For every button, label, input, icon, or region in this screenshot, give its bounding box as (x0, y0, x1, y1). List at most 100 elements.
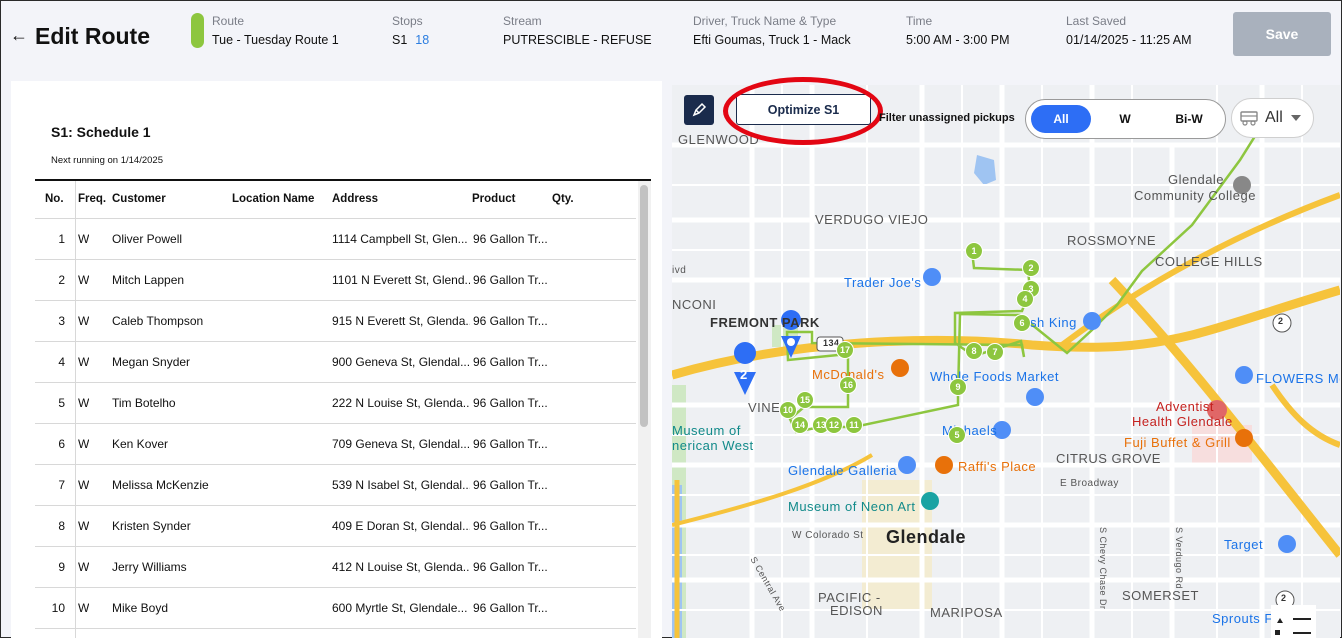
filter-biw-option[interactable]: Bi-W (1159, 105, 1219, 133)
col-qty[interactable]: Qty. (552, 193, 574, 205)
map-label-museum-1: Museum of (672, 423, 741, 438)
row-customer: Mike Boyd (112, 601, 169, 615)
draw-tool-button[interactable] (684, 95, 714, 125)
stops-count-link[interactable]: 18 (415, 33, 429, 47)
route-stop-marker[interactable]: 7 (986, 343, 1004, 361)
col-customer[interactable]: Customer (112, 193, 166, 205)
map-label-citrus: CITRUS GROVE (1056, 451, 1161, 466)
table-row[interactable]: 1 W Oliver Powell 1114 Campbell St, Glen...… (35, 219, 636, 260)
route-stop-marker[interactable]: 17 (836, 341, 854, 359)
museum-icon (921, 492, 939, 510)
stream-info: Stream PUTRESCIBLE - REFUSE (503, 14, 652, 47)
table-row[interactable]: 8 W Kristen Synder 409 E Doran St, Glendal.… (35, 506, 636, 547)
row-address: 409 E Doran St, Glendal... (332, 519, 470, 533)
row-customer: Kristen Synder (112, 519, 191, 533)
row-address: 539 N Isabel St, Glendal... (332, 478, 470, 492)
row-customer: Melissa McKenzie (112, 478, 209, 492)
optimize-button[interactable]: Optimize S1 (736, 94, 871, 125)
col-product[interactable]: Product (472, 193, 515, 205)
table-row[interactable]: 3 W Caleb Thompson 915 N Everett St, Glenda… (35, 301, 636, 342)
stops-label: Stops (392, 14, 423, 28)
col-location-name[interactable]: Location Name (232, 193, 314, 205)
page-title: Edit Route (35, 23, 150, 49)
pin-2-label: 2 (740, 367, 748, 382)
row-number: 9 (58, 560, 65, 574)
table-body: 1 W Oliver Powell 1114 Campbell St, Glen...… (35, 219, 636, 629)
row-frequency: W (78, 355, 90, 369)
route-color-indicator (191, 13, 204, 48)
row-customer: Ken Kover (112, 437, 169, 451)
last-saved-label: Last Saved (1066, 14, 1127, 28)
route-stop-marker[interactable]: 11 (845, 416, 863, 434)
row-address: 412 N Louise St, Glenda... (332, 560, 470, 574)
table-row[interactable]: 2 W Mitch Lappen 1101 N Everett St, Glend..… (35, 260, 636, 301)
row-address: 222 N Louise St, Glenda... (332, 396, 470, 410)
row-frequency: W (78, 437, 90, 451)
truck-type-dropdown[interactable]: All (1231, 98, 1314, 138)
time-label: Time (906, 14, 933, 28)
row-number: 5 (58, 396, 65, 410)
route-stop-marker[interactable]: 2 (1022, 259, 1040, 277)
route-stop-marker[interactable]: 5 (948, 426, 966, 444)
scale-icon (1275, 618, 1311, 635)
route-stop-marker[interactable]: 9 (949, 378, 967, 396)
route-stop-marker[interactable]: 14 (791, 416, 809, 434)
map-label-glendale-cc-2: Community College (1134, 188, 1256, 203)
filter-w-option[interactable]: W (1095, 105, 1155, 133)
map-label-flowers: FLOWERS McKENZIE (1256, 371, 1340, 386)
table-row[interactable]: 5 W Tim Botelho 222 N Louise St, Glenda... 9… (35, 383, 636, 424)
route-map[interactable]: GLENWOOD VERDUGO VIEJO ROSSMOYNE COLLEGE… (672, 85, 1340, 638)
flowers-icon (1235, 366, 1253, 384)
map-scale-control[interactable] (1271, 605, 1316, 638)
col-no[interactable]: No. (45, 193, 64, 205)
reservoir-shape (974, 155, 996, 185)
row-product: 96 Gallon Tr... (473, 437, 547, 451)
table-row[interactable]: 4 W Megan Snyder 900 Geneva St, Glendal... 9… (35, 342, 636, 383)
stream-label: Stream (503, 14, 542, 28)
route-stop-marker[interactable]: 8 (965, 342, 983, 360)
map-label-broadway: E Broadway (1060, 478, 1119, 489)
map-label-galleria: Glendale Galleria (788, 463, 897, 478)
row-frequency: W (78, 396, 90, 410)
map-label-s-verdugo: S Verdugo Rd (1174, 527, 1184, 590)
map-label-s-chevy: S Chevy Chase Dr (1098, 527, 1108, 610)
row-customer: Tim Botelho (112, 396, 176, 410)
row-number: 3 (58, 314, 65, 328)
row-customer: Megan Snyder (112, 355, 191, 369)
fuji-restaurant-icon (1235, 429, 1253, 447)
filter-all-option[interactable]: All (1031, 105, 1091, 133)
table-row[interactable]: 7 W Melissa McKenzie 539 N Isabel St, Glend… (35, 465, 636, 506)
map-label-pacific-2: EDISON (830, 603, 883, 618)
row-product: 96 Gallon Tr... (473, 560, 547, 574)
route-stop-marker[interactable]: 10 (779, 401, 797, 419)
row-number: 4 (58, 355, 65, 369)
save-button[interactable]: Save (1233, 12, 1331, 56)
route-stop-marker[interactable]: 4 (1016, 290, 1034, 308)
last-saved-value: 01/14/2025 - 11:25 AM (1066, 33, 1192, 47)
hwy-2-label-b: 2 (1281, 593, 1287, 603)
schedule-title: S1: Schedule 1 (51, 124, 151, 140)
col-freq[interactable]: Freq. (78, 193, 106, 205)
map-label-fuji: Fuji Buffet & Grill (1124, 435, 1231, 450)
map-label-glenwood: GLENWOOD (678, 132, 760, 147)
map-label-traders: Trader Joe's (844, 275, 922, 290)
scrollbar-thumb[interactable] (640, 185, 648, 427)
table-row[interactable]: 6 W Ken Kover 709 Geneva St, Glendal... 96 G… (35, 424, 636, 465)
shopping-cart-icon (923, 268, 941, 286)
row-frequency: W (78, 519, 90, 533)
row-frequency: W (78, 232, 90, 246)
map-label-target: Target (1224, 537, 1264, 552)
route-stop-marker[interactable]: 12 (825, 416, 843, 434)
hwy-2-label-a: 2 (1278, 316, 1284, 326)
col-address[interactable]: Address (332, 193, 378, 205)
row-customer: Mitch Lappen (112, 273, 185, 287)
table-row[interactable]: 9 W Jerry Williams 412 N Louise St, Glenda.… (35, 547, 636, 588)
schedule-panel: S1: Schedule 1 Next running on 1/14/2025… (11, 81, 662, 638)
route-stop-marker[interactable]: 15 (796, 391, 814, 409)
table-row[interactable]: 10 W Mike Boyd 600 Myrtle St, Glendale... 96… (35, 588, 636, 629)
back-arrow-icon[interactable]: ← (10, 25, 28, 46)
route-stop-marker[interactable]: 16 (839, 376, 857, 394)
route-stop-marker[interactable]: 1 (965, 242, 983, 260)
grocery-cart-icon (1026, 388, 1044, 406)
route-stop-marker[interactable]: 6 (1013, 314, 1031, 332)
